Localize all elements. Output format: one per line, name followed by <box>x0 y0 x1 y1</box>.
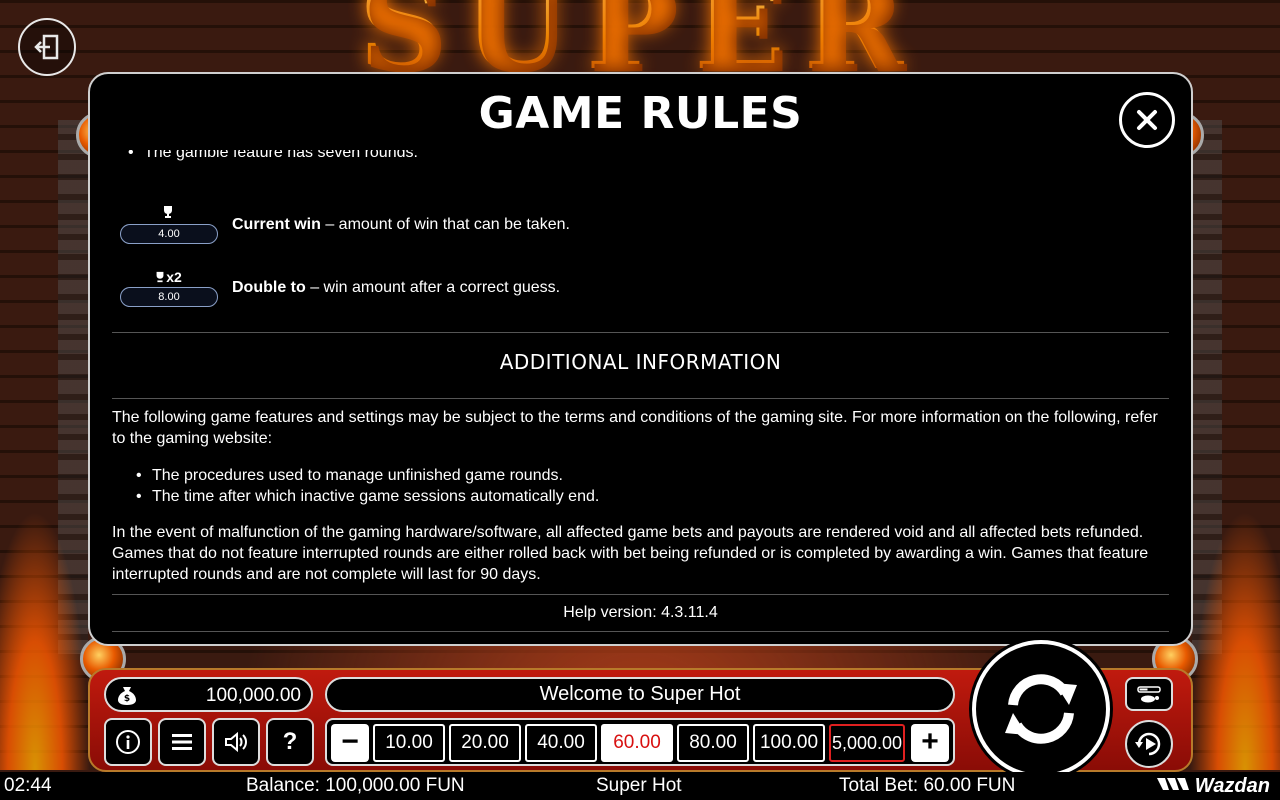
malfunction-text: In the event of malfunction of the gamin… <box>112 524 1149 583</box>
spin-icon <box>1005 674 1077 744</box>
help-version: Help version: 4.3.11.4 <box>563 604 718 621</box>
modal-title: GAME RULES <box>478 88 803 139</box>
close-button[interactable] <box>1119 92 1175 148</box>
exit-button[interactable] <box>18 18 76 76</box>
info-icon <box>116 730 140 754</box>
current-win-indicator: 4.00 <box>118 204 218 248</box>
turbo-button[interactable] <box>1125 677 1173 711</box>
double-to-indicator: x2 8.00 <box>118 267 218 311</box>
double-to-value: 8.00 <box>120 287 218 307</box>
wazdan-mark-icon <box>1156 778 1189 790</box>
bet-option-10[interactable]: 10.00 <box>373 724 445 762</box>
wazdan-logo: Wazdan <box>1156 772 1270 800</box>
menu-icon <box>172 734 192 750</box>
money-bag-icon: $ <box>118 687 136 705</box>
bet-option-80[interactable]: 80.00 <box>677 724 749 762</box>
divider <box>112 398 1169 399</box>
message-bar: Welcome to Super Hot <box>325 677 955 712</box>
sound-button[interactable] <box>212 718 260 766</box>
double-trophy-icon: x2 <box>118 267 218 288</box>
bet-selector: − 10.00 20.00 40.00 60.00 80.00 100.00 5… <box>325 718 955 766</box>
divider <box>112 631 1169 632</box>
divider <box>112 332 1169 333</box>
decrease-bet-button[interactable]: − <box>331 724 369 762</box>
bet-option-max[interactable]: 5,000.00 <box>829 724 905 762</box>
status-balance: Balance: 100,000.00 FUN <box>246 775 465 796</box>
flame-decoration-left <box>0 510 90 770</box>
trophy-icon <box>118 204 218 225</box>
additional-intro: The following game features and settings… <box>112 409 1158 447</box>
current-win-description: Current win – amount of win that can be … <box>232 214 570 235</box>
spin-button[interactable] <box>972 640 1110 778</box>
bet-option-100[interactable]: 100.00 <box>753 724 825 762</box>
list-item: The time after which inactive game sessi… <box>136 486 1169 507</box>
info-button[interactable] <box>104 718 152 766</box>
question-mark-icon: ? <box>282 728 298 755</box>
super-hot-logo: SUPER HOT <box>190 0 1090 197</box>
exit-icon <box>34 34 59 60</box>
double-to-term: Double to <box>232 279 306 296</box>
total-bet: Total Bet: 60.00 FUN <box>839 775 1016 796</box>
double-to-description: Double to – win amount after a correct g… <box>232 277 560 298</box>
speaker-icon <box>225 731 247 753</box>
balance-display: $ 100,000.00 <box>104 677 313 712</box>
autoplay-icon <box>1135 732 1161 756</box>
bet-option-20[interactable]: 20.00 <box>449 724 521 762</box>
double-to-row: x2 8.00 Double to – win amount after a c… <box>118 267 1018 311</box>
double-to-text: – win amount after a correct guess. <box>305 279 561 296</box>
divider <box>112 594 1169 595</box>
brand-name: Wazdan <box>1194 775 1270 797</box>
current-win-row: 4.00 Current win – amount of win that ca… <box>118 204 1018 248</box>
menu-button[interactable] <box>158 718 206 766</box>
current-win-term: Current win <box>232 216 321 233</box>
list-item: The procedures used to manage unfinished… <box>136 465 1169 486</box>
close-icon <box>1137 110 1157 130</box>
increase-bet-button[interactable]: + <box>911 724 949 762</box>
turtle-speed-icon <box>1137 686 1161 703</box>
double-multiplier: x2 <box>166 269 182 285</box>
bet-option-60-selected[interactable]: 60.00 <box>601 724 673 762</box>
current-win-value: 4.00 <box>120 224 218 244</box>
game-title: Super Hot <box>596 775 682 796</box>
game-rules-modal: GAME RULES The gamble feature has seven … <box>88 72 1193 646</box>
help-button[interactable]: ? <box>266 718 314 766</box>
rules-content[interactable]: The gamble feature has seven rounds. 4.0… <box>112 150 1169 644</box>
balance-value: 100,000.00 <box>205 685 301 706</box>
additional-information-heading: ADDITIONAL INFORMATION <box>499 350 782 374</box>
bet-option-40[interactable]: 40.00 <box>525 724 597 762</box>
additional-list: The procedures used to manage unfinished… <box>136 465 1169 507</box>
list-item: The gamble feature has seven rounds. <box>128 150 418 163</box>
flame-decoration-right <box>1190 510 1280 770</box>
current-win-text: – amount of win that can be taken. <box>320 216 570 233</box>
autoplay-button[interactable] <box>1125 720 1173 768</box>
svg-text:$: $ <box>124 694 130 704</box>
clock: 02:44 <box>4 775 52 796</box>
status-bar: 02:44 Balance: 100,000.00 FUN Super Hot … <box>0 772 1280 800</box>
